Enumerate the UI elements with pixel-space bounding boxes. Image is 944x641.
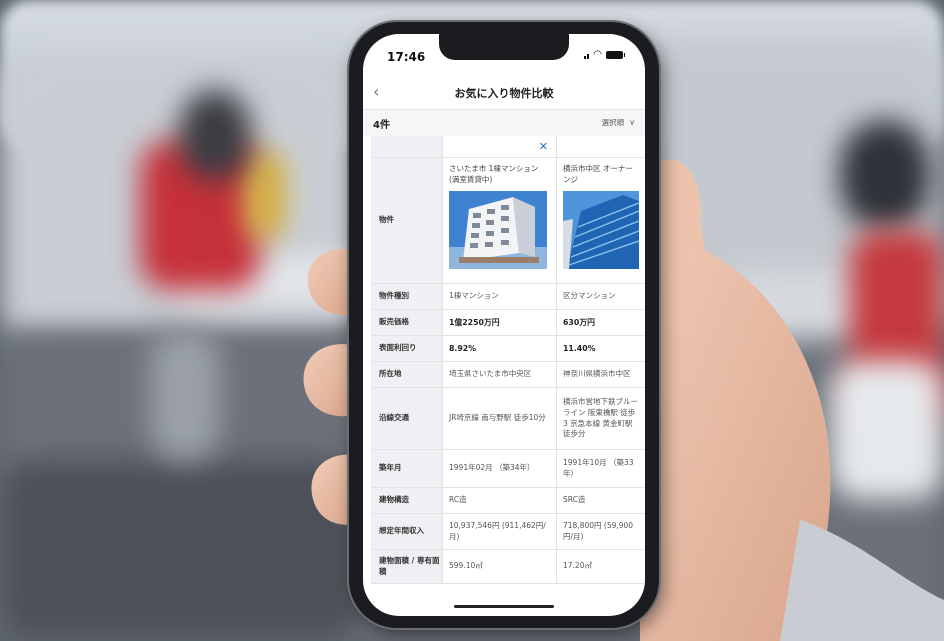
property-cell[interactable]: 横浜市中区 オーナーンジ	[557, 158, 645, 283]
table-row: 表面利回り 8.92% 11.40%	[371, 336, 645, 362]
sort-label: 選択順	[601, 118, 625, 127]
building-photo[interactable]	[563, 190, 639, 269]
table-row: 建物面積 / 専有面積 599.10㎡ 17.20㎡	[371, 550, 645, 584]
row-header: 建物構造	[371, 488, 443, 513]
summary-row: 4件 選択順 ∨	[363, 110, 645, 136]
table-cell: 埼玉県さいたま市中央区	[443, 362, 557, 387]
property-name[interactable]: 横浜市中区 オーナーンジ	[563, 163, 639, 186]
empty-header	[371, 136, 443, 157]
close-icon[interactable]: ✕	[539, 139, 548, 155]
row-header: 表面利回り	[371, 336, 443, 361]
wifi-icon: ◠	[593, 49, 602, 60]
sort-dropdown[interactable]: 選択順 ∨	[602, 117, 635, 128]
home-indicator[interactable]	[454, 605, 554, 608]
result-count: 4件	[373, 120, 390, 131]
table-cell: JR埼京線 南与野駅 徒歩10分	[443, 388, 557, 449]
table-cell: 神奈川県横浜市中区	[563, 369, 631, 379]
smartphone: 17:46 ◠ ‹ お気に入り物件比較 4件 選択順 ∨ ✕ 物件 さいたま市 …	[349, 22, 659, 628]
property-cell[interactable]: さいたま市 1棟マンション (満室賃貸中)	[443, 158, 557, 283]
battery-icon	[606, 51, 625, 59]
table-cell: 718,800円 (59,900円/月)	[563, 520, 634, 541]
table-cell: 区分マンション	[563, 291, 616, 301]
table-cell: 11.40%	[563, 343, 596, 353]
table-cell: 599.10㎡	[443, 550, 557, 583]
notch	[439, 34, 569, 60]
status-icons: ◠	[584, 49, 625, 60]
table-cell: 横浜市営地下鉄ブルーライン 阪東橋駅 徒歩3 京急本線 黄金町駅 徒歩分	[563, 396, 638, 439]
row-header: 建物面積 / 専有面積	[371, 550, 443, 583]
row-header: 所在地	[371, 362, 443, 387]
table-cell: SRC造	[563, 495, 586, 505]
table-cell: 17.20㎡	[563, 561, 592, 571]
table-cell: 1億2250万円	[443, 310, 557, 335]
table-row: 販売価格 1億2250万円 630万円	[371, 310, 645, 336]
table-cell: 1棟マンション	[443, 284, 557, 309]
table-row: 建物構造 RC造 SRC造	[371, 488, 645, 514]
phone-screen: 17:46 ◠ ‹ お気に入り物件比較 4件 選択順 ∨ ✕ 物件 さいたま市 …	[363, 34, 645, 616]
table-row-property: 物件 さいたま市 1棟マンション (満室賃貸中) 横浜市中区 オーナーンジ	[371, 158, 645, 284]
table-cell: 630万円	[563, 317, 595, 327]
table-row: 所在地 埼玉県さいたま市中央区 神奈川県横浜市中区	[371, 362, 645, 388]
table-cell: 1991年10月 （築33年）	[563, 457, 634, 478]
row-header: 販売価格	[371, 310, 443, 335]
status-time: 17:46	[387, 50, 426, 64]
table-row: 物件種別 1棟マンション 区分マンション	[371, 284, 645, 310]
table-cell: RC造	[443, 488, 557, 513]
remove-cell	[557, 136, 645, 157]
chevron-down-icon: ∨	[629, 118, 635, 127]
table-row: 沿線交通 JR埼京線 南与野駅 徒歩10分 横浜市営地下鉄ブルーライン 阪東橋駅…	[371, 388, 645, 450]
table-cell: 1991年02月 （築34年）	[443, 450, 557, 487]
property-name[interactable]: さいたま市 1棟マンション (満室賃貸中)	[449, 163, 550, 186]
table-cell: 10,937,546円 (911,462円/月)	[443, 514, 557, 549]
page-title: お気に入り物件比較	[454, 87, 554, 100]
row-header: 想定年間収入	[371, 514, 443, 549]
row-header: 沿線交通	[371, 388, 443, 449]
row-header: 物件種別	[371, 284, 443, 309]
comparison-table: ✕ 物件 さいたま市 1棟マンション (満室賃貸中) 横浜市中区 オーナーンジ …	[371, 136, 645, 584]
table-cell: 8.92%	[443, 336, 557, 361]
remove-cell: ✕	[443, 136, 557, 157]
table-row: 築年月 1991年02月 （築34年） 1991年10月 （築33年）	[371, 450, 645, 488]
row-header: 物件	[371, 158, 443, 283]
signal-icon	[584, 51, 590, 59]
table-row: 想定年間収入 10,937,546円 (911,462円/月) 718,800円…	[371, 514, 645, 550]
building-photo[interactable]	[449, 190, 547, 269]
row-header: 築年月	[371, 450, 443, 487]
nav-bar: ‹ お気に入り物件比較	[363, 78, 645, 110]
remove-row: ✕	[371, 136, 645, 158]
